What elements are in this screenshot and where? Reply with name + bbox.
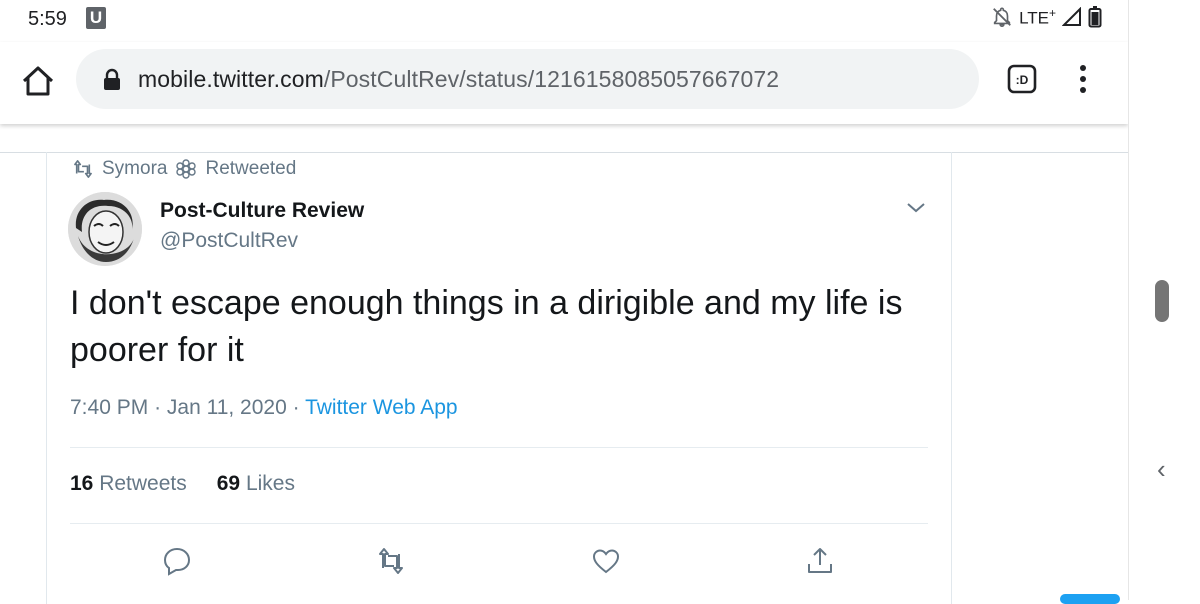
tweet-text: I don't escape enough things in a dirigi…	[70, 284, 903, 369]
reply-icon[interactable]	[162, 546, 192, 576]
tweet-stats: 16 Retweets 69 Likes	[70, 472, 295, 496]
browser-toolbar: mobile.twitter.com/PostCultRev/status/12…	[0, 42, 1128, 124]
url-bar[interactable]: mobile.twitter.com/PostCultRev/status/12…	[76, 49, 979, 109]
url-host: mobile.twitter.com	[138, 66, 324, 92]
like-icon[interactable]	[591, 546, 621, 576]
retweet-icon[interactable]	[376, 546, 406, 576]
share-icon[interactable]	[805, 546, 835, 576]
chevron-down-icon[interactable]	[904, 196, 928, 220]
url-path: /PostCultRev/status/1216158085057667072	[323, 66, 780, 92]
tweet-date[interactable]: Jan 11, 2020	[167, 396, 287, 419]
tab-switcher-button[interactable]: :D	[1007, 64, 1037, 99]
chevron-left-icon[interactable]: ‹	[1157, 454, 1166, 485]
battery-icon	[1088, 6, 1102, 28]
status-time: 5:59	[28, 8, 67, 30]
author-handle[interactable]: @PostCultRev	[160, 229, 298, 253]
tweet-time[interactable]: 7:40 PM	[70, 396, 148, 419]
floating-compose-button[interactable]	[1060, 594, 1120, 604]
signal-icon	[1062, 7, 1081, 27]
author-name[interactable]: Post-Culture Review	[160, 199, 364, 223]
notifications-off-icon	[993, 7, 1011, 28]
home-icon[interactable]	[20, 63, 56, 99]
lock-icon	[104, 68, 120, 90]
side-panel: ‹	[1128, 0, 1200, 600]
status-icons: LTE+	[991, 6, 1102, 29]
divider	[70, 523, 928, 524]
retweeted-label: Retweeted	[205, 158, 297, 179]
retweets-stat[interactable]: 16 Retweets	[70, 472, 187, 496]
likes-stat[interactable]: 69 Likes	[217, 472, 295, 496]
flower-icon	[176, 159, 197, 179]
notification-app-icon: U	[86, 7, 106, 29]
retweeted-by-name[interactable]: Symora	[102, 158, 167, 180]
more-vert-icon[interactable]	[1073, 64, 1093, 94]
svg-text::D: :D	[1016, 73, 1029, 87]
divider	[70, 447, 928, 448]
tweet-source[interactable]: Twitter Web App	[305, 396, 458, 419]
network-type: LTE+	[1019, 6, 1056, 28]
retweet-small-icon	[74, 160, 92, 178]
scrollbar-thumb[interactable]	[1155, 280, 1169, 322]
status-bar: 5:59 U LTE+	[0, 0, 1128, 40]
retweet-context[interactable]: Symora Retweeted	[72, 158, 296, 180]
avatar[interactable]	[68, 192, 142, 266]
url-text[interactable]: mobile.twitter.com/PostCultRev/status/12…	[138, 66, 779, 93]
tweet-meta: 7:40 PM · Jan 11, 2020 · Twitter Web App	[70, 396, 458, 419]
